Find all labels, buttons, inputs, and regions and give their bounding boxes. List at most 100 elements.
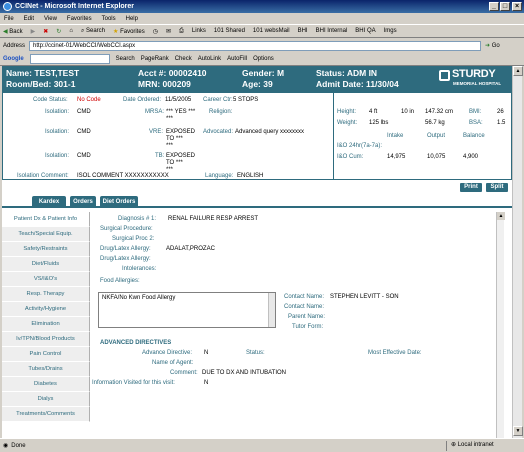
sidebar-item-teach-equip[interactable]: Teach/Special Equip. bbox=[2, 227, 90, 242]
sidebar-item-vs-io[interactable]: VS/I&O's bbox=[2, 272, 90, 287]
google-logo[interactable]: Google bbox=[3, 56, 24, 62]
height-ft: 4 ft bbox=[369, 109, 378, 115]
window-title-bar: CCINet - Microsoft Internet Explorer _ □… bbox=[0, 0, 524, 13]
diagnosis-label: Diagnosis # 1: bbox=[118, 216, 157, 222]
autofill-button[interactable]: AutoFill bbox=[227, 56, 247, 62]
weight-lb: 125 lbs bbox=[369, 120, 389, 126]
food-allergies-textarea[interactable]: NKFA/No Kwn Food Allergy bbox=[98, 292, 276, 328]
menu-favorites[interactable]: Favorites bbox=[67, 16, 92, 22]
address-input[interactable]: http://ccinet-01/WebCCI/WebCCI.aspx bbox=[29, 40, 482, 51]
contact-name-1-label: Contact Name: bbox=[284, 294, 325, 300]
menu-tools[interactable]: Tools bbox=[102, 16, 116, 22]
sidebar-item-diet-fluids[interactable]: Diet/Fluids bbox=[2, 257, 90, 272]
language-value: ENGLISH bbox=[237, 173, 264, 179]
menu-edit[interactable]: Edit bbox=[24, 16, 34, 22]
hospital-logo: STURDY MEMORIAL HOSPITAL bbox=[438, 68, 510, 90]
menu-help[interactable]: Help bbox=[126, 16, 138, 22]
pagerank-button[interactable]: PageRank bbox=[141, 56, 169, 62]
close-button[interactable]: × bbox=[512, 2, 522, 11]
patient-header: Name: TEST,TEST Room/Bed: 301-1 Acct #: … bbox=[2, 66, 512, 92]
link-101-shared[interactable]: 101 Shared bbox=[214, 28, 245, 34]
sidebar-item-activity[interactable]: Activity/Hygiene bbox=[2, 302, 90, 317]
vre-value: EXPOSED bbox=[166, 129, 196, 135]
patient-detail-panel: Diagnosis # 1: RENAL FAILURE RESP ARREST… bbox=[92, 212, 496, 408]
home-icon[interactable]: ⌂ bbox=[69, 28, 73, 34]
mail-icon[interactable]: ✉ bbox=[166, 28, 171, 35]
star-icon: ★ bbox=[113, 28, 119, 35]
isolation-comment-label: Isolation Comment: bbox=[17, 173, 69, 179]
sidebar-item-tubes-drains[interactable]: Tubes/Drains bbox=[2, 362, 90, 377]
sidebar-item-patient-dx[interactable]: Patient Dx & Patient Info bbox=[2, 212, 90, 227]
weight-label: Weight: bbox=[337, 120, 358, 126]
print-icon[interactable]: ⎙ bbox=[179, 28, 184, 35]
browser-scroll-up-icon[interactable]: ▲ bbox=[513, 66, 523, 76]
link-imgs[interactable]: Imgs bbox=[384, 28, 397, 34]
stop-icon[interactable]: ✖ bbox=[43, 28, 48, 35]
back-button[interactable]: ◀ Back bbox=[3, 28, 23, 35]
link-bhi-qa[interactable]: BHI QA bbox=[355, 28, 375, 34]
go-arrow-icon: ➜ bbox=[485, 43, 491, 49]
check-button[interactable]: Check bbox=[175, 56, 192, 62]
history-icon[interactable]: ◷ bbox=[153, 28, 158, 35]
split-button[interactable]: Split bbox=[486, 183, 508, 192]
detail-scrollbar[interactable]: ▲ ▼ bbox=[496, 212, 505, 438]
info-divider bbox=[333, 93, 334, 179]
search-button[interactable]: ⌕ Search bbox=[81, 28, 105, 35]
isolation-2-label: Isolation: bbox=[45, 129, 70, 135]
autolink-button[interactable]: AutoLink bbox=[198, 56, 221, 62]
menu-file[interactable]: File bbox=[4, 16, 14, 22]
link-101-websmail[interactable]: 101 websMail bbox=[253, 28, 290, 34]
link-bhi-internal[interactable]: BHI Internal bbox=[316, 28, 348, 34]
refresh-icon[interactable]: ↻ bbox=[56, 28, 61, 35]
google-search-button[interactable]: Search bbox=[116, 56, 135, 62]
sidebar-item-safety[interactable]: Safety/Restraints bbox=[2, 242, 90, 257]
minimize-button[interactable]: _ bbox=[489, 2, 499, 11]
vre-to-value: TO *** bbox=[166, 136, 183, 142]
print-button[interactable]: Print bbox=[460, 183, 482, 192]
menu-view[interactable]: View bbox=[44, 16, 57, 22]
browser-scrollbar[interactable]: ▲ ▼ bbox=[512, 66, 523, 438]
food-allergies-scrollbar[interactable] bbox=[268, 293, 275, 327]
options-button[interactable]: Options bbox=[253, 56, 274, 62]
tab-orders[interactable]: Orders bbox=[70, 196, 96, 208]
sidebar-item-resp-therapy[interactable]: Resp. Therapy bbox=[2, 287, 90, 302]
intranet-icon: ⊕ bbox=[451, 442, 457, 448]
sidebar-item-elimination[interactable]: Elimination bbox=[2, 317, 90, 332]
effective-date-label: Most Effective Date: bbox=[368, 350, 422, 356]
status-text: Done bbox=[11, 442, 26, 449]
maximize-button[interactable]: □ bbox=[500, 2, 510, 11]
food-allergies-label: Food Allergies: bbox=[100, 278, 140, 284]
search-label: Search bbox=[86, 27, 106, 34]
status-bar: ◉ Done ⊕ Local intranet bbox=[0, 438, 524, 452]
google-search-input[interactable] bbox=[29, 54, 110, 64]
account-number: Acct #: 00002410 bbox=[138, 68, 207, 78]
browser-scroll-down-icon[interactable]: ▼ bbox=[513, 426, 523, 436]
sidebar-item-pain-control[interactable]: Pain Control bbox=[2, 347, 90, 362]
kardex-sidebar: Patient Dx & Patient Info Teach/Special … bbox=[2, 212, 90, 422]
sidebar-item-diabetes[interactable]: Diabetes bbox=[2, 377, 90, 392]
link-bhi[interactable]: BHI bbox=[298, 28, 308, 34]
mrsa-value: *** YES *** bbox=[166, 109, 196, 115]
logo-name: STURDY bbox=[452, 68, 496, 80]
isolation-3-value: CMD bbox=[77, 153, 91, 159]
favorites-button[interactable]: ★ Favorites bbox=[113, 28, 145, 35]
advance-directive-label: Advance Directive: bbox=[142, 350, 193, 356]
bmi-label: BMI: bbox=[469, 109, 482, 115]
go-button[interactable]: ➜ Go bbox=[485, 42, 500, 49]
surgical-proc-2-label: Surgical Proc 2: bbox=[112, 236, 155, 242]
tab-diet-orders[interactable]: Diet Orders bbox=[100, 196, 138, 208]
surgical-procedure-label: Surgical Procedure: bbox=[100, 226, 153, 232]
forward-button[interactable]: ▶ bbox=[31, 28, 36, 35]
code-status-label: Code Status: bbox=[33, 97, 68, 103]
zone-indicator: ⊕ Local intranet bbox=[446, 441, 494, 451]
logo-mark-icon bbox=[439, 70, 450, 81]
sidebar-item-dialysis[interactable]: Dialys bbox=[2, 392, 90, 407]
sidebar-item-iv-tpn[interactable]: Iv/TPN/Blood Products bbox=[2, 332, 90, 347]
scroll-up-icon[interactable]: ▲ bbox=[497, 212, 505, 220]
tutor-form-label: Tutor Form: bbox=[292, 324, 324, 330]
menu-bar: File Edit View Favorites Tools Help bbox=[0, 13, 524, 24]
tab-kardex[interactable]: Kardex bbox=[32, 196, 66, 208]
back-arrow-icon: ◀ bbox=[3, 28, 8, 35]
search-icon: ⌕ bbox=[80, 27, 85, 34]
sidebar-item-treatments[interactable]: Treatments/Comments bbox=[2, 407, 90, 422]
